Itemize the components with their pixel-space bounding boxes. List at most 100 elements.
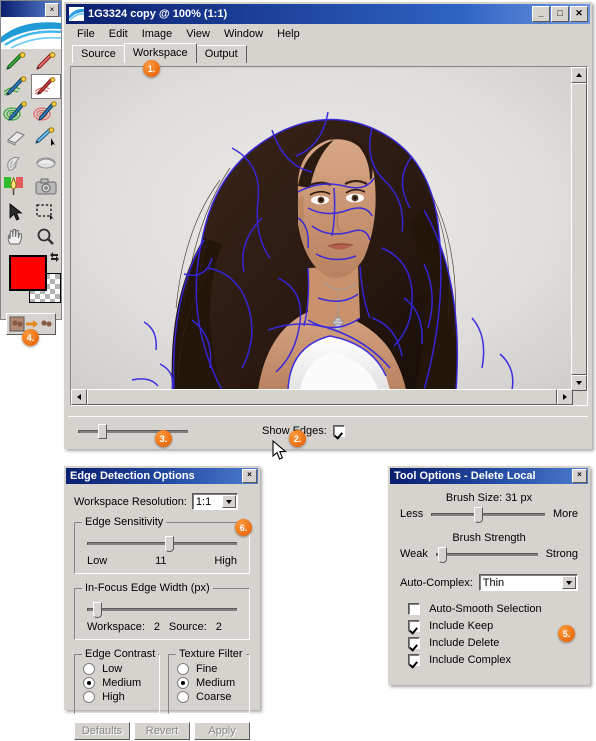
menu-help[interactable]: Help <box>270 27 307 41</box>
texture-filter-fine-option[interactable]: Fine <box>176 663 249 676</box>
minimize-button[interactable]: _ <box>532 6 550 22</box>
foreground-swatch[interactable] <box>9 255 47 291</box>
defaults-button[interactable]: Defaults <box>74 722 130 740</box>
edge-contrast-medium-option[interactable]: Medium <box>83 677 159 690</box>
scroll-up-button[interactable] <box>571 67 587 83</box>
auto-smooth-selection-row[interactable]: Auto-Smooth Selection <box>408 603 588 616</box>
scroll-down-button[interactable] <box>571 375 587 391</box>
tool-delete-global[interactable] <box>31 99 61 124</box>
in-focus-edge-width-slider[interactable] <box>87 601 237 618</box>
include-complex-checkbox[interactable] <box>408 654 420 667</box>
menu-file[interactable]: File <box>70 27 102 41</box>
tool-keep-brush[interactable] <box>1 49 31 74</box>
swap-colors-icon[interactable] <box>49 251 60 263</box>
workspace-resolution-dropdown-arrow[interactable] <box>221 495 236 508</box>
edge-contrast-label: Edge Contrast <box>82 648 159 660</box>
include-delete-checkbox[interactable] <box>408 637 420 650</box>
edge-contrast-high-option[interactable]: High <box>83 691 159 704</box>
edge-sensitivity-slider[interactable] <box>87 535 237 552</box>
edge-width-workspace-value: 2 <box>153 621 160 633</box>
tab-output[interactable]: Output <box>195 45 247 63</box>
scroll-left-button[interactable] <box>71 389 87 405</box>
tab-source[interactable]: Source <box>72 45 125 63</box>
tool-delete-brush[interactable] <box>31 49 61 74</box>
tool-hand[interactable] <box>1 224 31 249</box>
tool-keep-local[interactable] <box>1 74 31 99</box>
edge-contrast-medium-radio[interactable] <box>83 677 95 690</box>
edge-sensitivity-thumb[interactable] <box>165 536 174 552</box>
tool-zoom[interactable] <box>31 224 61 249</box>
texture-filter-coarse-option[interactable]: Coarse <box>176 691 249 704</box>
tool-marquee[interactable] <box>31 199 61 224</box>
brush-size-thumb[interactable] <box>474 507 484 523</box>
tab-workspace[interactable]: Workspace <box>123 43 197 63</box>
brush-size-less-label: Less <box>400 508 424 520</box>
callout-badge-5: 5. <box>558 625 575 642</box>
vscroll-thumb[interactable] <box>571 83 587 375</box>
tool-detail-brush[interactable] <box>1 149 31 174</box>
menu-edit[interactable]: Edit <box>102 27 135 41</box>
toolbox-title-bar: × <box>1 1 61 17</box>
texture-filter-medium-radio[interactable] <box>176 677 189 690</box>
auto-complex-combo[interactable]: Thin <box>478 574 578 591</box>
auto-complex-label: Auto-Complex: <box>400 576 473 589</box>
tool-snapshot[interactable] <box>31 174 61 199</box>
menu-view[interactable]: View <box>179 27 217 41</box>
revert-button[interactable]: Revert <box>134 722 190 740</box>
auto-complex-dropdown-arrow[interactable] <box>562 576 576 589</box>
close-button[interactable]: ✕ <box>570 6 588 22</box>
texture-filter-coarse-radio[interactable] <box>176 691 189 704</box>
auto-smooth-selection-label: Auto-Smooth Selection <box>429 603 542 615</box>
in-focus-edge-width-thumb[interactable] <box>93 602 102 618</box>
tool-dialog-title: Tool Options - Delete Local <box>394 470 536 482</box>
brush-strength-track <box>435 553 538 556</box>
include-keep-label: Include Keep <box>429 620 494 633</box>
brush-strength-strong-label: Strong <box>545 548 578 560</box>
horizontal-scrollbar[interactable] <box>71 389 573 405</box>
color-swatches <box>1 249 61 311</box>
show-edges-checkbox[interactable] <box>332 425 345 437</box>
brush-strength-label: Brush Strength <box>452 532 526 544</box>
tool-blur[interactable] <box>31 149 61 174</box>
include-complex-row[interactable]: Include Complex <box>408 654 588 667</box>
app-icon <box>69 7 84 21</box>
toolbox-close-button[interactable]: × <box>45 3 59 17</box>
apply-button[interactable]: Apply <box>194 722 250 740</box>
edge-dialog-close-button[interactable]: × <box>242 469 257 483</box>
brush-strength-slider[interactable] <box>435 546 538 563</box>
tool-keep-global[interactable] <box>1 99 31 124</box>
workspace-canvas[interactable] <box>72 68 572 390</box>
edge-contrast-low-radio[interactable] <box>83 663 95 676</box>
include-keep-checkbox[interactable] <box>408 620 420 633</box>
brush-size-slider[interactable] <box>431 506 545 523</box>
auto-smooth-selection-checkbox[interactable] <box>408 603 420 616</box>
texture-filter-fine-radio[interactable] <box>176 663 189 676</box>
toolbox-logo-banner <box>1 17 61 49</box>
tool-pencil[interactable] <box>31 124 61 149</box>
zoom-slider-thumb[interactable] <box>97 424 107 439</box>
edge-contrast-low-option[interactable]: Low <box>83 663 159 676</box>
menu-window[interactable]: Window <box>217 27 270 41</box>
in-focus-edge-width-group: In-Focus Edge Width (px) Workspace: 2 So… <box>74 582 250 640</box>
tool-keep-delete-fill[interactable] <box>1 174 31 199</box>
edge-contrast-high-radio[interactable] <box>83 691 95 704</box>
workspace-resolution-combo[interactable]: 1:1 <box>191 493 238 510</box>
brush-size-track <box>431 513 545 516</box>
maximize-button[interactable]: □ <box>551 6 569 22</box>
menu-image[interactable]: Image <box>135 27 180 41</box>
texture-filter-medium-option[interactable]: Medium <box>176 677 249 690</box>
vertical-scrollbar[interactable] <box>571 67 587 391</box>
tool-pointer[interactable] <box>1 199 31 224</box>
hscroll-thumb[interactable] <box>87 389 557 405</box>
scroll-right-button[interactable] <box>557 389 573 405</box>
in-focus-edge-width-track <box>87 608 237 611</box>
tool-delete-local[interactable] <box>31 74 61 99</box>
menu-bar: File Edit Image View Window Help <box>66 24 590 43</box>
tool-eraser[interactable] <box>1 124 31 149</box>
callout-badge-2: 2. <box>289 430 306 447</box>
brush-strength-weak-label: Weak <box>400 548 428 560</box>
callout-badge-4: 4. <box>22 329 39 346</box>
status-bar: Show Edges: <box>68 416 588 445</box>
tool-dialog-close-button[interactable]: × <box>572 469 587 483</box>
brush-strength-thumb[interactable] <box>437 547 447 563</box>
